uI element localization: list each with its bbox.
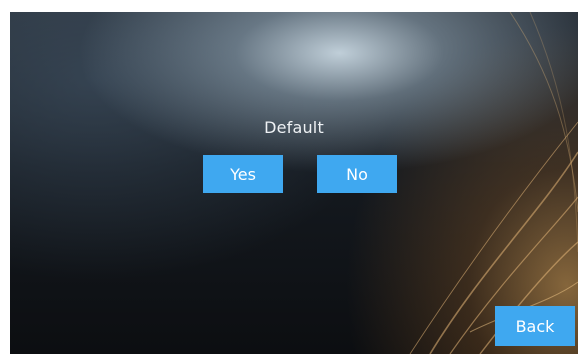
back-button[interactable]: Back	[495, 306, 575, 346]
background-wallpaper	[409, 12, 578, 354]
no-button[interactable]: No	[317, 155, 397, 193]
yes-button[interactable]: Yes	[203, 155, 283, 193]
dialog-title: Default	[264, 118, 324, 137]
device-screen: Default Yes No Back	[10, 12, 578, 354]
